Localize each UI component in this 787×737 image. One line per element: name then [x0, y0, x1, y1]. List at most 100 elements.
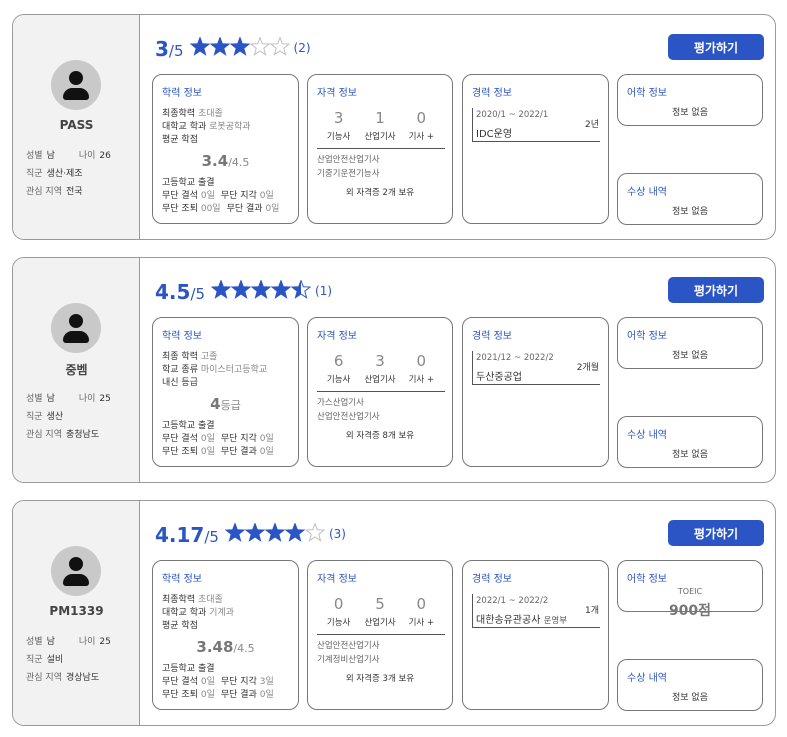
- divider: [472, 351, 473, 384]
- career-period: 2021/12 ~ 2022/2: [476, 353, 554, 363]
- score: 4.17/5: [155, 523, 223, 547]
- applicant-card: 중벰 성별 남 나이 25 직군 생산 관심 지역 충청남도 4.5/5 (1) 평가하기…: [12, 257, 776, 483]
- language-type: TOEIC: [677, 587, 703, 596]
- career-box: 경력 정보 2022/1 ~ 2022/2 대한송유관공사 운영부 1개: [462, 560, 609, 710]
- career-duration: 1개: [584, 606, 599, 616]
- cert-count-col: 0 기사 +: [408, 352, 435, 385]
- score-max: /5: [204, 528, 219, 546]
- avatar-head: [69, 314, 83, 328]
- cert-counts: 6 기능사 3 산업기사 0 기사 +: [318, 352, 442, 385]
- divider: [472, 108, 473, 141]
- cert-count-col: 3 기능사: [326, 109, 351, 142]
- education-title: 학력 정보: [162, 88, 202, 99]
- career-company: 두산중공업: [476, 372, 522, 383]
- rate-button[interactable]: 평가하기: [668, 277, 764, 303]
- certificate-title: 자격 정보: [317, 574, 357, 585]
- edu-line: 내신 등급: [162, 378, 198, 388]
- score: 4.5/5: [155, 280, 209, 304]
- certificate-box: 자격 정보 0 기능사 5 산업기사 0 기사 + 산업안전산업기사 기계정비산업기사 …: [307, 560, 453, 710]
- divider: [472, 627, 600, 628]
- rate-button[interactable]: 평가하기: [668, 520, 764, 546]
- education-box: 학력 정보 최종학력 초대졸 대학교 학과 기계과 평균 학점 3.48/4.5…: [152, 560, 299, 710]
- career-box: 경력 정보 2021/12 ~ 2022/2 두산중공업 2개월: [462, 317, 609, 467]
- edu-line: 평균 학점: [162, 135, 198, 145]
- cert-count-col: 0 기사 +: [408, 595, 435, 628]
- star-empty-icon: [269, 37, 290, 56]
- award-title: 수상 내역: [627, 673, 667, 684]
- applicant-name: PASS: [59, 118, 94, 132]
- edu-line: 최종학력 초대졸: [162, 109, 223, 119]
- star-full-icon: [264, 523, 286, 542]
- award-title: 수상 내역: [627, 187, 667, 198]
- attendance-title: 고등학교 출결: [162, 664, 215, 674]
- gender-age-row: 성별 남 나이 25: [26, 394, 111, 404]
- attendance-row: 무단 조퇴 0일 무단 결과 0일: [162, 447, 274, 457]
- cert-count-col: 0 기사 +: [408, 109, 435, 142]
- applicant-card: PM1339 성별 남 나이 25 직군 설비 관심 지역 경상남도 4.17/5 (3)…: [12, 500, 776, 726]
- certificate-box: 자격 정보 3 기능사 1 산업기사 0 기사 + 산업안전산업기사 기중기운전기능사 …: [307, 74, 453, 224]
- review-count: (2): [293, 41, 311, 55]
- career-duration: 2개월: [576, 363, 599, 373]
- attendance-row: 무단 결석 0일 무단 지각 3일: [162, 677, 274, 687]
- profile-panel: PM1339 성별 남 나이 25 직군 설비 관심 지역 경상남도: [13, 501, 140, 725]
- score-value: 4.5: [155, 280, 191, 304]
- attendance-row: 무단 조퇴 00일 무단 결과 0일: [162, 204, 280, 214]
- divider: [317, 391, 445, 392]
- certificate-title: 자격 정보: [317, 88, 357, 99]
- score-max: /5: [168, 42, 184, 60]
- attendance-row: 무단 결석 0일 무단 지각 0일: [162, 191, 274, 201]
- avatar-body: [63, 574, 89, 586]
- gpa: 4등급: [210, 395, 241, 413]
- attendance-row: 무단 결석 0일 무단 지각 0일: [162, 434, 274, 444]
- star-full-icon: [189, 37, 210, 56]
- edu-line: 학교 종류 마이스터고등학교: [162, 365, 268, 375]
- star-full-icon: [284, 523, 306, 542]
- rate-button[interactable]: 평가하기: [668, 34, 764, 60]
- education-box: 학력 정보 최종학력 초대졸 대학교 학과 로봇공학과 평균 학점 3.4/4.…: [152, 74, 299, 224]
- cert-count-col: 3 산업기사: [364, 352, 396, 385]
- cert-more: 외 자격증 2개 보유: [345, 188, 415, 198]
- job-row: 직군 설비: [26, 655, 64, 665]
- language-score: 900점: [668, 603, 712, 619]
- language-title: 어학 정보: [627, 88, 667, 99]
- career-box: 경력 정보 2020/1 ~ 2022/1 IDC운영 2년: [462, 74, 609, 224]
- career-period: 2020/1 ~ 2022/1: [476, 110, 549, 120]
- review-count: (3): [328, 527, 346, 541]
- edu-line: 대학교 학과 기계과: [162, 608, 234, 618]
- edu-line: 평균 학점: [162, 621, 198, 631]
- career-title: 경력 정보: [472, 574, 512, 585]
- star-full-icon: [229, 37, 250, 56]
- gender-age-row: 성별 남 나이 25: [26, 637, 111, 647]
- career-duration: 2년: [584, 120, 599, 130]
- star-rating: [211, 280, 312, 299]
- region-row: 관심 지역 충청남도: [26, 430, 100, 440]
- language-box: 어학 정보 TOEIC 900점: [617, 560, 763, 619]
- career-title: 경력 정보: [472, 88, 512, 99]
- cert-more: 외 자격증 8개 보유: [345, 431, 415, 441]
- profile-panel: 중벰 성별 남 나이 25 직군 생산 관심 지역 충청남도: [13, 258, 140, 482]
- edu-line: 최종학력 초대졸: [162, 595, 223, 605]
- award-none: 정보 없음: [672, 450, 708, 460]
- cert-count-col: 0 기능사: [326, 595, 351, 628]
- profile-panel: PASS 성별 남 나이 26 직군 생산·제조 관심 지역 전국: [13, 15, 140, 239]
- certificate-box: 자격 정보 6 기능사 3 산업기사 0 기사 + 가스산업기사 산업안전산업기사 외 …: [307, 317, 453, 467]
- cert-counts: 0 기능사 5 산업기사 0 기사 +: [318, 595, 442, 628]
- attendance-title: 고등학교 출결: [162, 421, 215, 431]
- career-company: 대한송유관공사 운영부: [476, 615, 568, 626]
- star-full-icon: [211, 280, 232, 299]
- language-none: 정보 없음: [672, 108, 708, 118]
- avatar: [51, 60, 101, 110]
- star-rating: [224, 523, 325, 542]
- language-none: 정보 없음: [672, 351, 708, 361]
- attendance-row: 무단 조퇴 0일 무단 결과 0일: [162, 690, 274, 700]
- score-max: /5: [190, 285, 206, 303]
- avatar-head: [69, 557, 83, 571]
- award-box: 수상 내역 정보 없음: [617, 416, 763, 468]
- language-box: 어학 정보 정보 없음: [617, 74, 763, 126]
- star-full-icon: [244, 523, 266, 542]
- divider: [472, 141, 600, 142]
- avatar: [51, 546, 101, 596]
- score-value: 4.17: [155, 523, 205, 547]
- star-full-icon: [209, 37, 230, 56]
- divider: [317, 148, 445, 149]
